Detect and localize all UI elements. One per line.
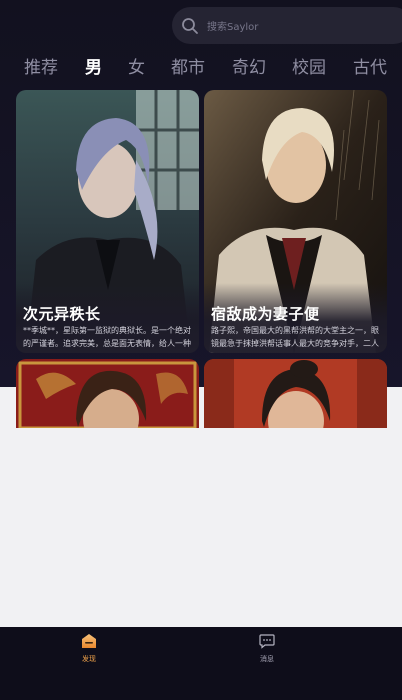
search-placeholder: 搜索Saylor: [207, 22, 259, 33]
search-icon: [182, 17, 198, 34]
card-description: **季城**，星际第一监狱的典狱长。是一个绝对的严谨者。追求完美，总是面无表情，…: [23, 326, 191, 348]
character-card[interactable]: 次元异秩长 **季城**，星际第一监狱的典狱长。是一个绝对的严谨者。追求完美，总…: [16, 90, 199, 353]
nav-discover-label: 发现: [82, 655, 96, 663]
character-card[interactable]: [16, 359, 199, 428]
card-title: 次元异秩长: [23, 305, 101, 323]
search-bar[interactable]: 搜索Saylor: [172, 7, 402, 44]
tab-campus[interactable]: 校园: [292, 56, 326, 80]
card-title: 宿敌成为妻子便: [211, 305, 320, 323]
nav-messages-label: 消息: [260, 655, 274, 663]
character-card[interactable]: 宿敌成为妻子便 路子熙，帝国最大的黑帮洪帮的大堂主之一，眼镜最急于抹掉洪帮话事人…: [204, 90, 387, 353]
discover-icon: [82, 634, 96, 648]
character-card[interactable]: [204, 359, 387, 428]
card-description: 路子熙，帝国最大的黑帮洪帮的大堂主之一，眼镜最急于抹掉洪帮话事人最大的竞争对手，…: [211, 326, 379, 348]
tab-female[interactable]: 女: [128, 56, 145, 80]
tab-male[interactable]: 男: [85, 56, 102, 80]
nav-messages[interactable]: 消息: [237, 633, 297, 664]
card-image: [16, 359, 199, 428]
category-tabs: 推荐 男 女 都市 奇幻 校园 古代: [0, 56, 402, 80]
tab-recommended[interactable]: 推荐: [24, 56, 58, 80]
tab-ancient[interactable]: 古代: [353, 56, 387, 80]
tab-urban[interactable]: 都市: [171, 56, 205, 80]
tab-fantasy[interactable]: 奇幻: [232, 56, 266, 80]
message-icon: [259, 634, 275, 649]
nav-discover[interactable]: 发现: [59, 633, 119, 664]
top-section: 搜索Saylor 推荐 男 女 都市 奇幻 校园 古代 次元异秩长 **季城**…: [0, 0, 402, 428]
card-image: [204, 359, 387, 428]
bottom-navigation: 发现 消息: [0, 627, 402, 700]
